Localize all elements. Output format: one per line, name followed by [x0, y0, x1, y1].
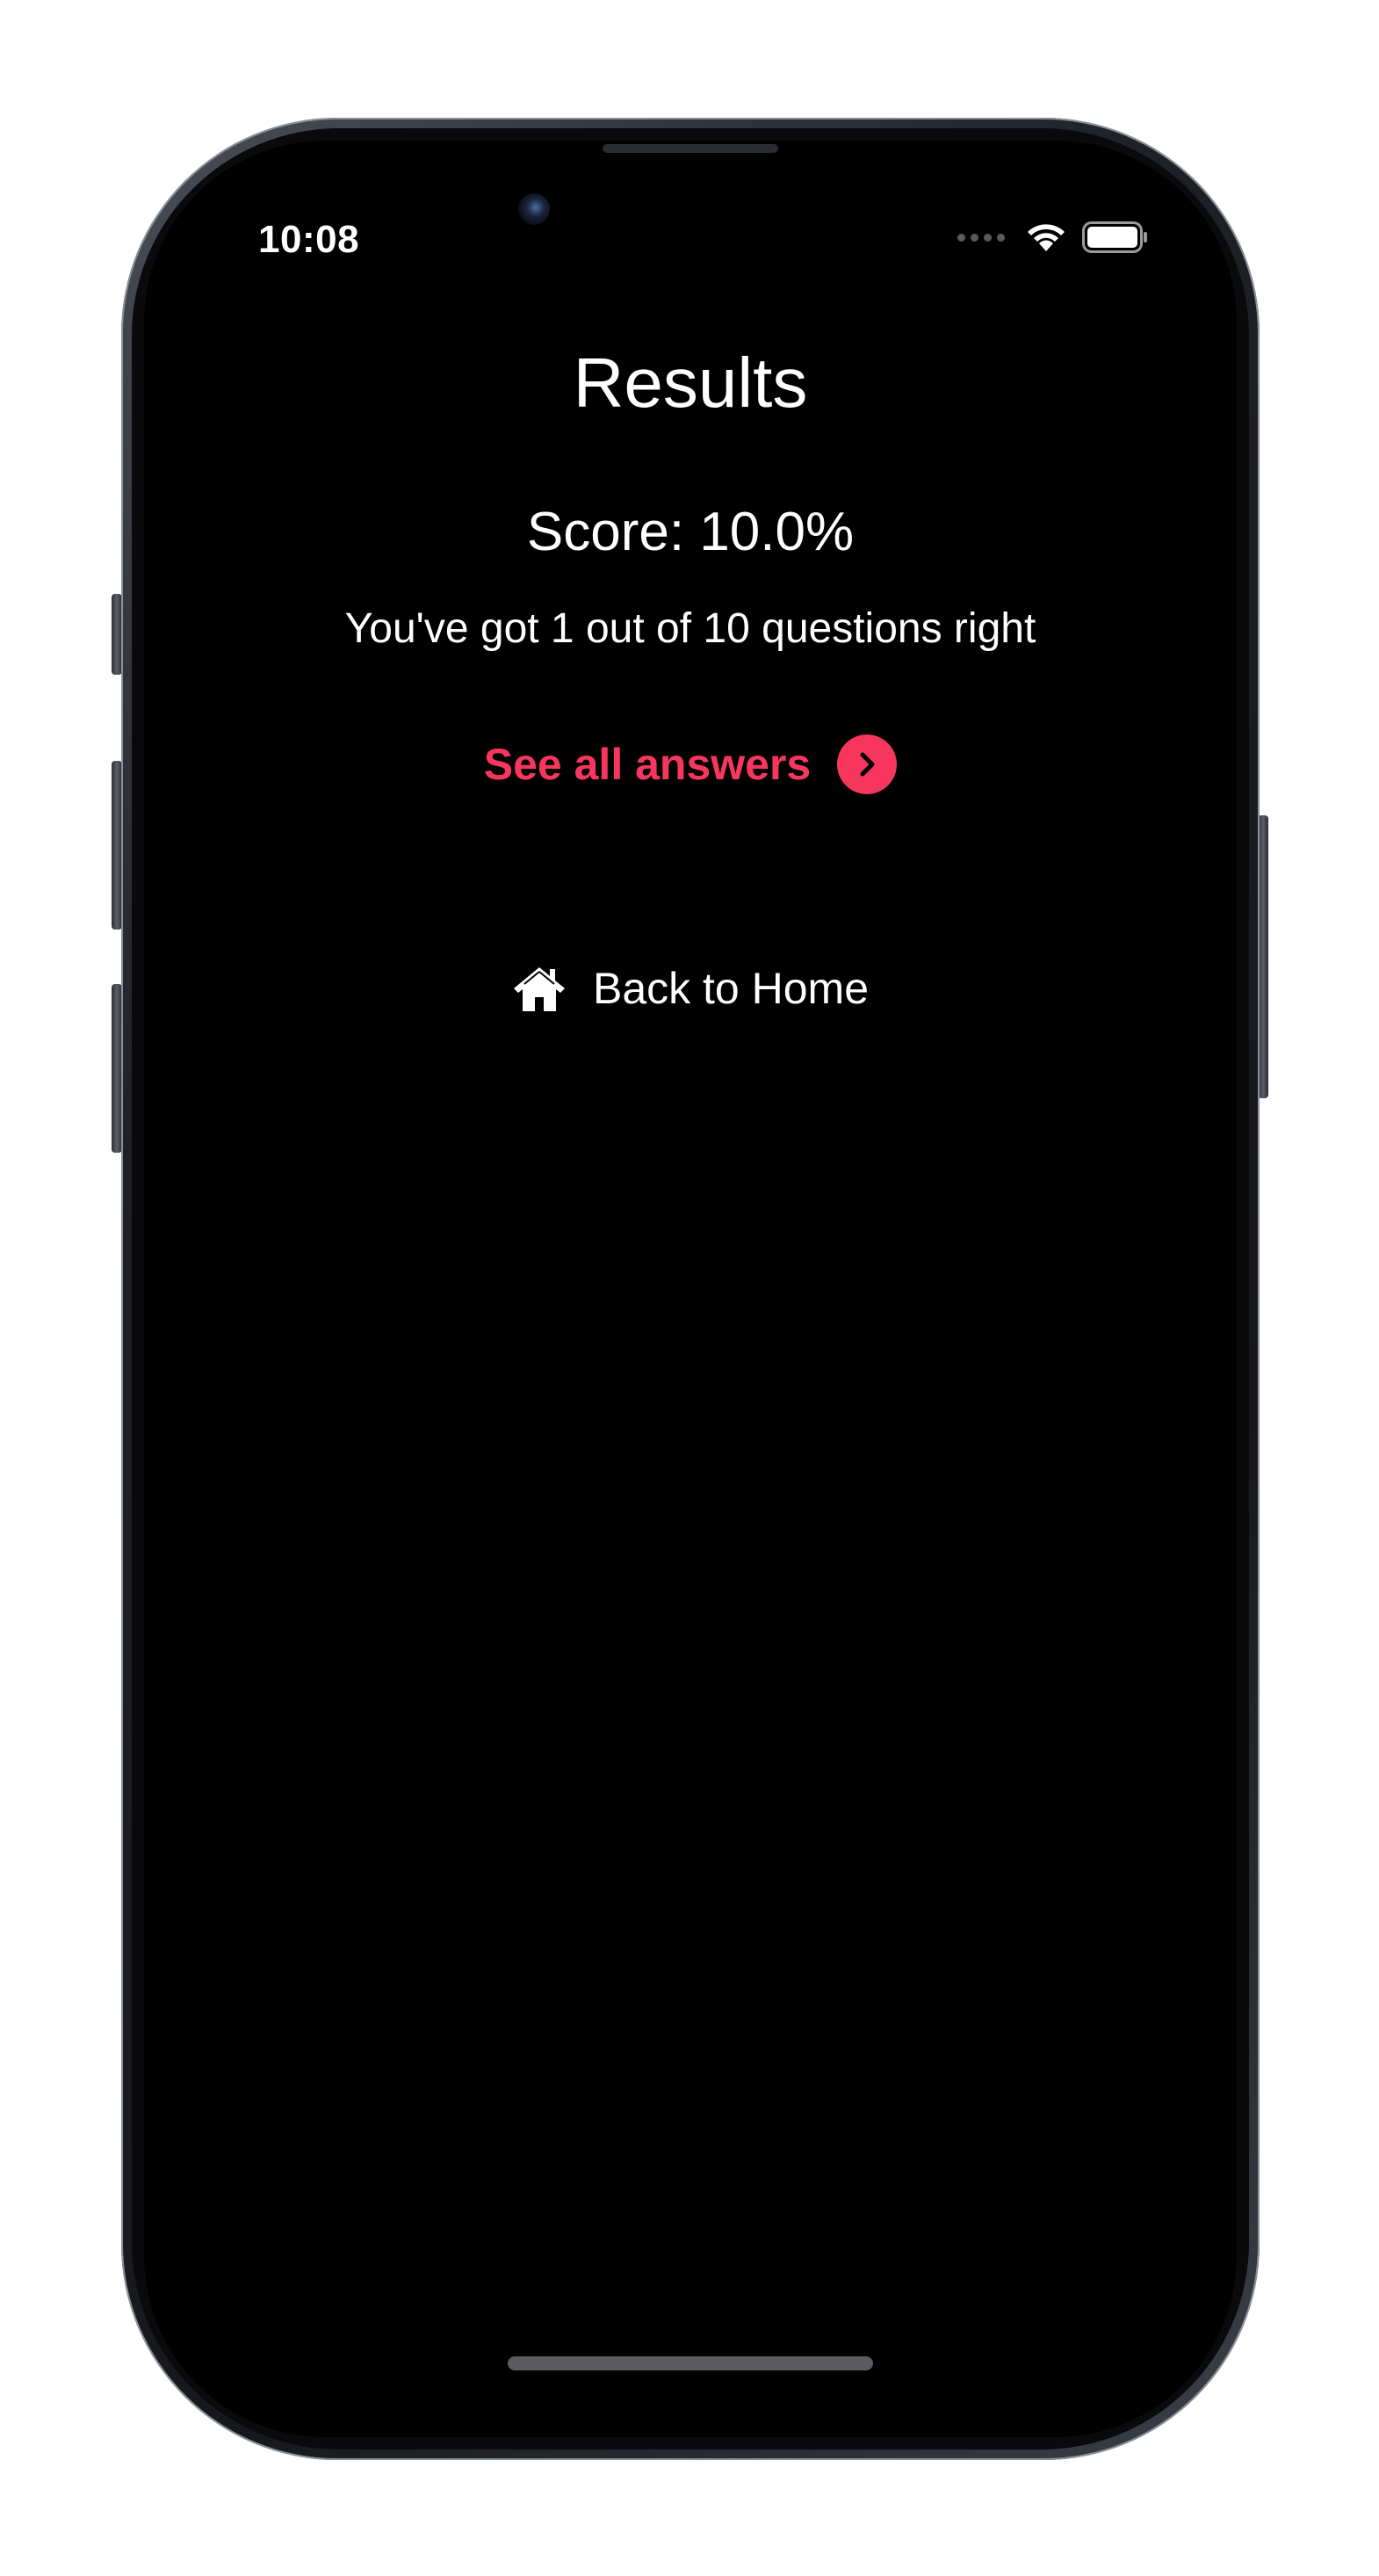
chevron-right-circle-icon	[837, 734, 898, 794]
status-time: 10:08	[258, 218, 360, 261]
wifi-icon	[1028, 224, 1065, 251]
earpiece-speaker	[603, 144, 778, 153]
status-icons	[957, 221, 1149, 253]
see-all-answers-label: See all answers	[483, 740, 812, 789]
cellular-signal-icon	[957, 233, 1005, 242]
back-to-home-button[interactable]: Back to Home	[144, 963, 1237, 1014]
device-mockup: 10:08 Results Score: 10.0% You've got 1 …	[0, 0, 1379, 2576]
score-summary: You've got 1 out of 10 questions right	[344, 605, 1036, 652]
home-indicator[interactable]	[508, 2356, 873, 2370]
back-to-home-label: Back to Home	[592, 964, 869, 1013]
house-icon	[513, 967, 565, 1011]
score-text: Score: 10.0%	[526, 502, 855, 562]
see-all-answers-button[interactable]: See all answers	[144, 734, 1237, 794]
battery-icon	[1082, 221, 1147, 253]
page-title: Results	[573, 344, 808, 422]
front-camera	[518, 193, 550, 225]
app-screen: 10:08 Results Score: 10.0% You've got 1 …	[144, 141, 1237, 2437]
